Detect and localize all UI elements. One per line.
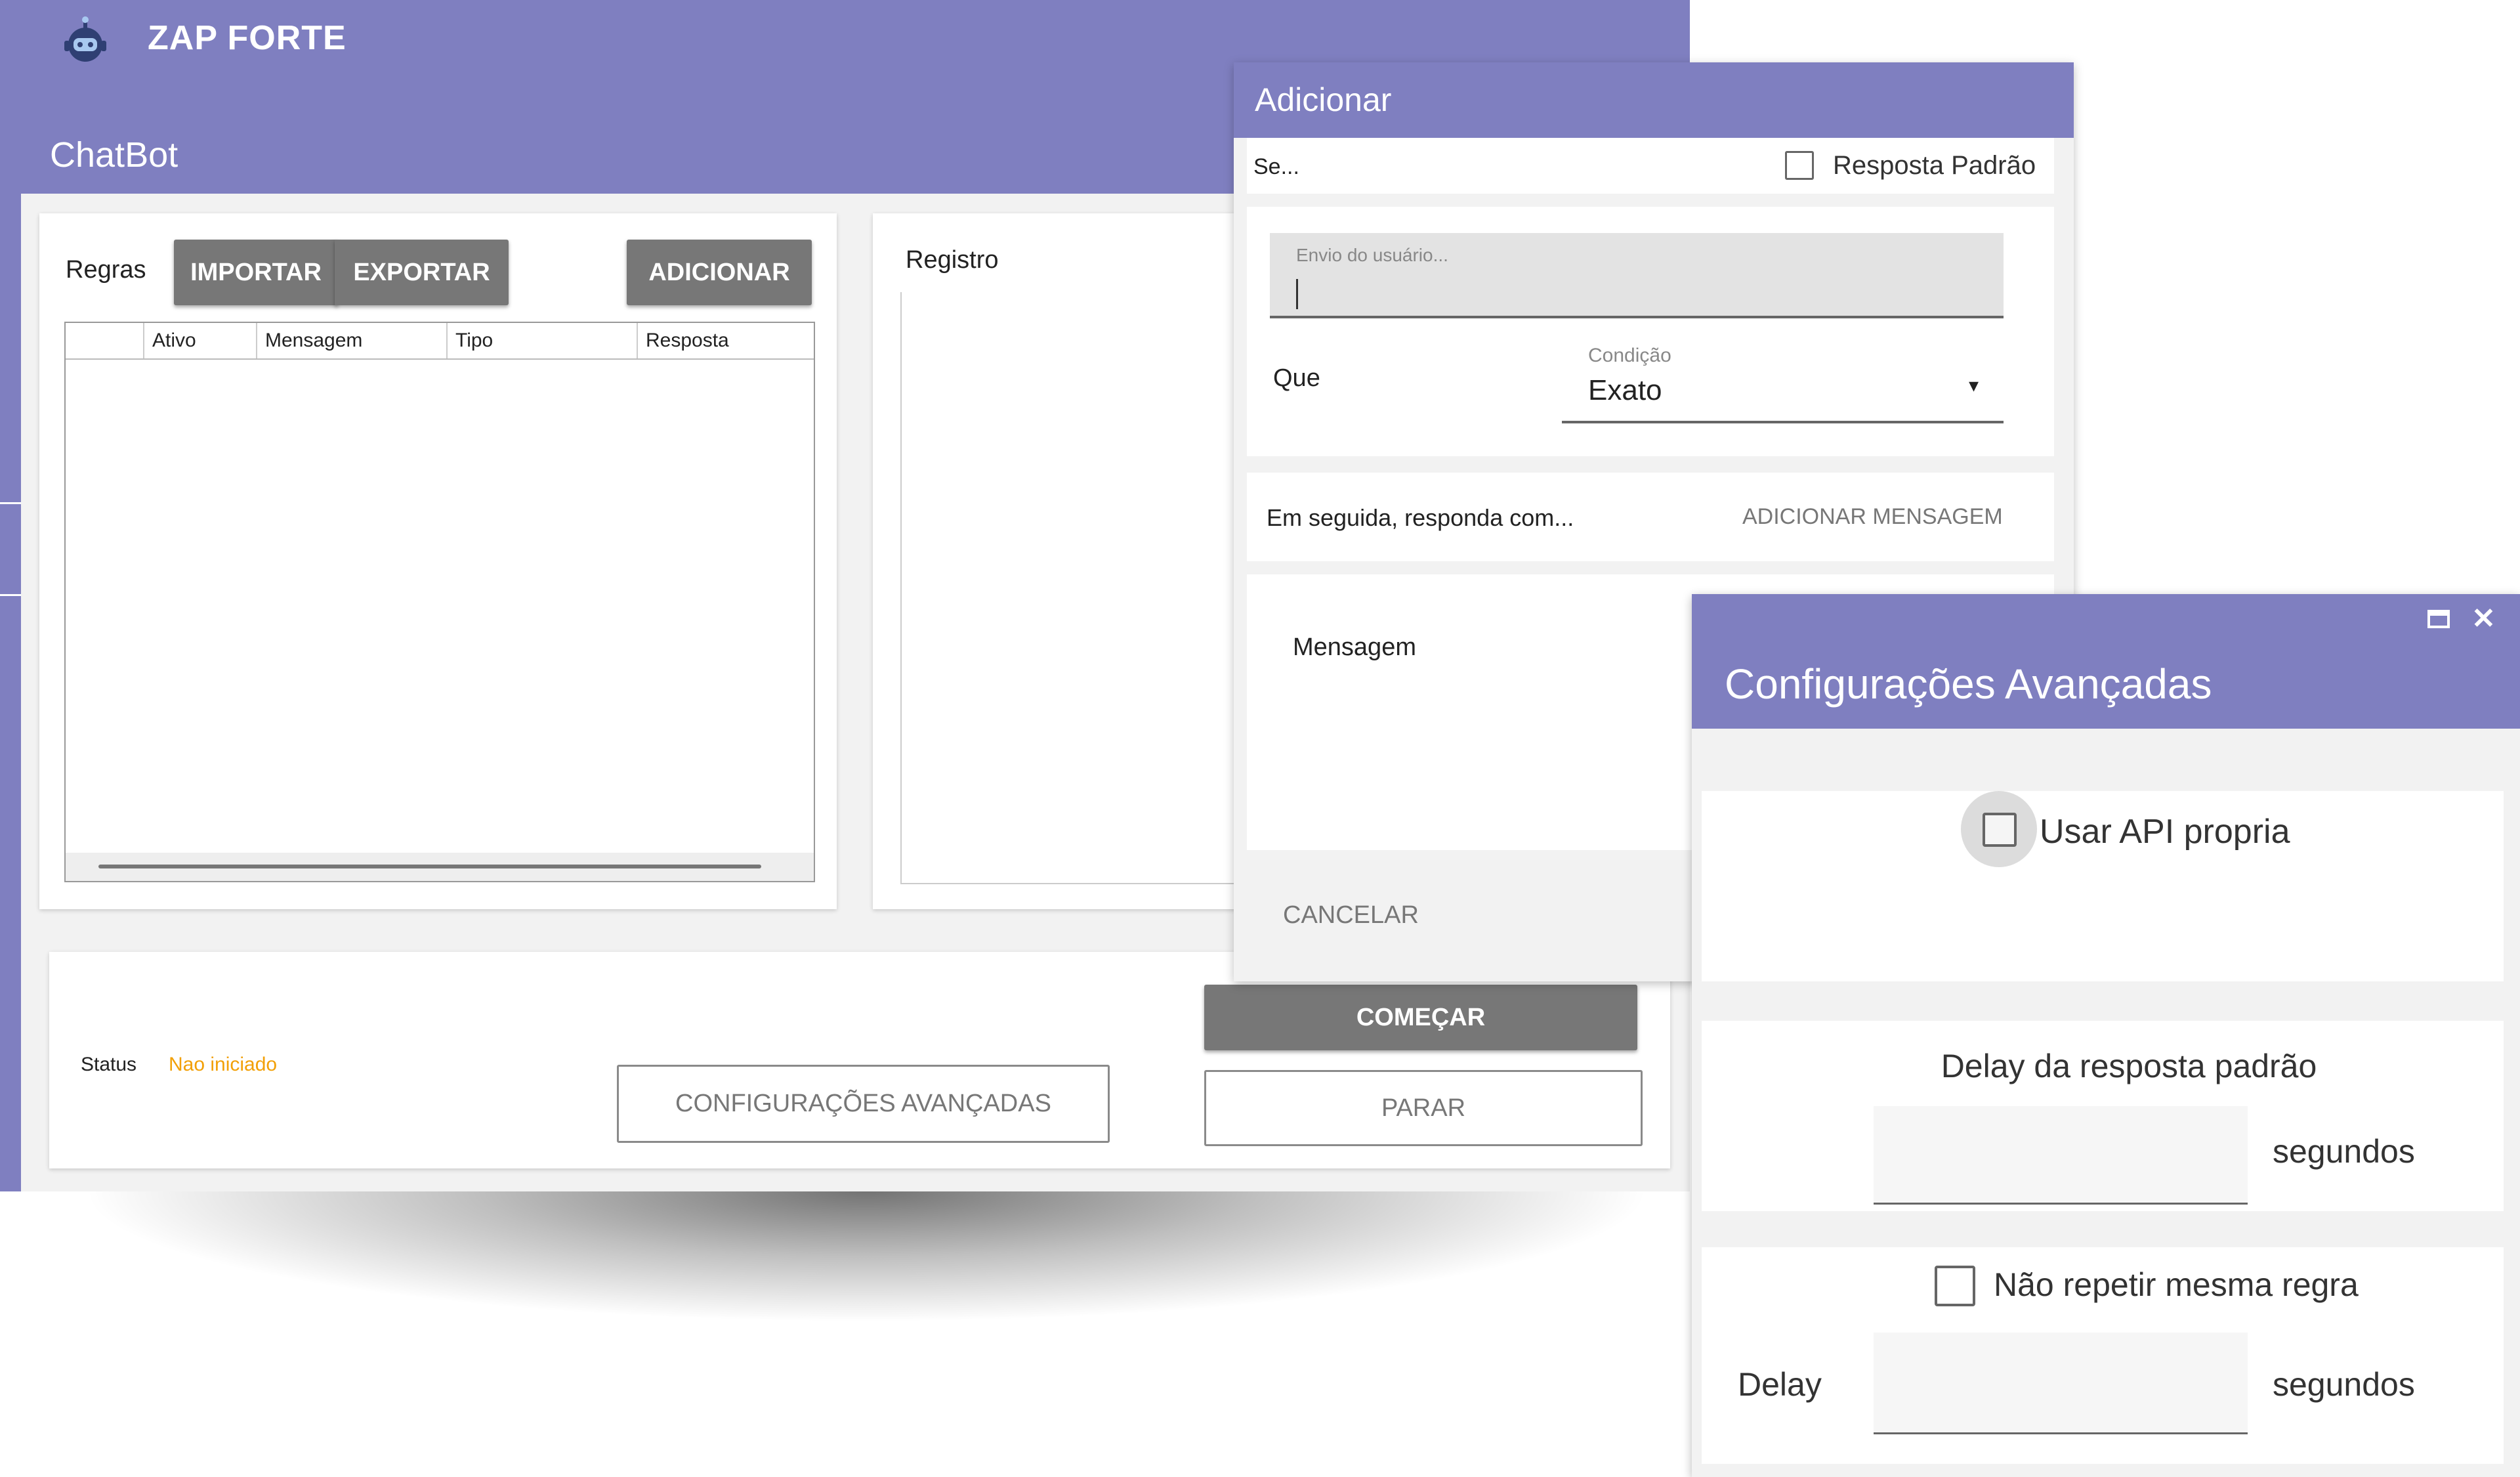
own-api-card: Usar API propria	[1702, 791, 2504, 981]
condition-select-label: Condição	[1588, 345, 1671, 366]
advanced-settings-button[interactable]: CONFIGURAÇÕES AVANÇADAS	[617, 1065, 1110, 1143]
text-caret	[1296, 279, 1298, 309]
default-delay-unit: segundos	[2273, 1133, 2415, 1170]
default-delay-card: Delay da resposta padrão segundos	[1702, 1021, 2504, 1211]
delay-unit: segundos	[2273, 1366, 2415, 1403]
strip-divider	[0, 594, 21, 596]
add-rule-button[interactable]: ADICIONAR	[627, 240, 812, 305]
no-repeat-card: Não repetir mesma regra Delay segundos	[1702, 1247, 2504, 1464]
own-api-label[interactable]: Usar API propria	[2040, 812, 2290, 851]
column-header-reply[interactable]: Resposta	[638, 323, 814, 358]
condition-select[interactable]: Condição Exato ▾	[1562, 338, 2004, 423]
delay-input[interactable]	[1874, 1333, 2248, 1434]
scrollbar-thumb[interactable]	[98, 865, 761, 868]
no-repeat-label[interactable]: Não repetir mesma regra	[1994, 1266, 2359, 1304]
maximize-icon[interactable]	[2427, 607, 2450, 631]
default-reply-label[interactable]: Resposta Padrão	[1833, 151, 2036, 181]
if-label: Se...	[1253, 154, 1299, 179]
dropdown-arrow-icon[interactable]: ▾	[1969, 374, 1979, 397]
import-button[interactable]: IMPORTAR	[174, 240, 338, 305]
advanced-dialog-header: ✕ Configurações Avançadas	[1692, 594, 2520, 729]
default-delay-title: Delay da resposta padrão	[1941, 1048, 2317, 1084]
left-strip	[0, 194, 21, 1191]
rules-table-header: Ativo Mensagem Tipo Resposta	[66, 323, 814, 360]
then-card: Em seguida, responda com... ADICIONAR ME…	[1247, 473, 2054, 561]
rules-label: Regras	[66, 256, 146, 284]
column-header-message[interactable]: Mensagem	[257, 323, 448, 358]
no-repeat-checkbox[interactable]	[1935, 1266, 1975, 1306]
status-panel: Status Nao iniciado CONFIGURAÇÕES AVANÇA…	[49, 952, 1670, 1168]
then-label: Em seguida, responda com...	[1267, 504, 1574, 531]
close-icon[interactable]: ✕	[2471, 602, 2496, 635]
advanced-settings-dialog: ✕ Configurações Avançadas Usar API propr…	[1692, 594, 2520, 1477]
user-message-placeholder: Envio do usuário...	[1296, 245, 1448, 265]
log-panel: Registro	[873, 213, 1281, 909]
app-name: ZAP FORTE	[148, 19, 346, 57]
status-label: Status	[81, 1054, 137, 1075]
page-title: ChatBot	[50, 135, 178, 175]
condition-card: Envio do usuário... Que Condição Exato ▾	[1247, 207, 2054, 456]
strip-divider	[0, 502, 21, 504]
rules-table[interactable]: Ativo Mensagem Tipo Resposta	[64, 322, 815, 882]
user-message-input[interactable]: Envio do usuário...	[1270, 233, 2004, 318]
condition-select-value: Exato	[1588, 374, 1662, 406]
export-button[interactable]: EXPORTAR	[335, 240, 509, 305]
status-value: Nao iniciado	[169, 1054, 278, 1075]
stop-button[interactable]: PARAR	[1204, 1070, 1643, 1146]
log-label: Registro	[906, 246, 999, 274]
default-reply-checkbox[interactable]	[1785, 151, 1814, 180]
add-dialog-header: Adicionar	[1234, 62, 2074, 138]
default-delay-input[interactable]	[1874, 1106, 2248, 1205]
message-label: Mensagem	[1293, 633, 1416, 661]
column-header-type[interactable]: Tipo	[448, 323, 638, 358]
advanced-dialog-title: Configurações Avançadas	[1725, 660, 2212, 708]
window-shadow	[79, 1191, 1654, 1323]
horizontal-scrollbar[interactable]	[66, 853, 814, 881]
robot-logo-icon	[64, 16, 106, 62]
rules-panel: Regras IMPORTAR EXPORTAR ADICIONAR Ativo…	[39, 213, 837, 909]
log-area[interactable]	[900, 292, 1281, 884]
column-header-select[interactable]	[66, 323, 144, 358]
delay-label: Delay	[1738, 1366, 1822, 1403]
add-message-button[interactable]: ADICIONAR MENSAGEM	[1742, 504, 2003, 530]
cancel-button[interactable]: CANCELAR	[1283, 901, 1419, 930]
add-dialog-title: Adicionar	[1255, 81, 1392, 118]
column-header-active[interactable]: Ativo	[144, 323, 257, 358]
que-label: Que	[1273, 364, 1320, 392]
if-row: Se... Resposta Padrão	[1247, 138, 2054, 194]
start-button[interactable]: COMEÇAR	[1204, 985, 1637, 1050]
own-api-checkbox[interactable]	[1983, 813, 2017, 847]
